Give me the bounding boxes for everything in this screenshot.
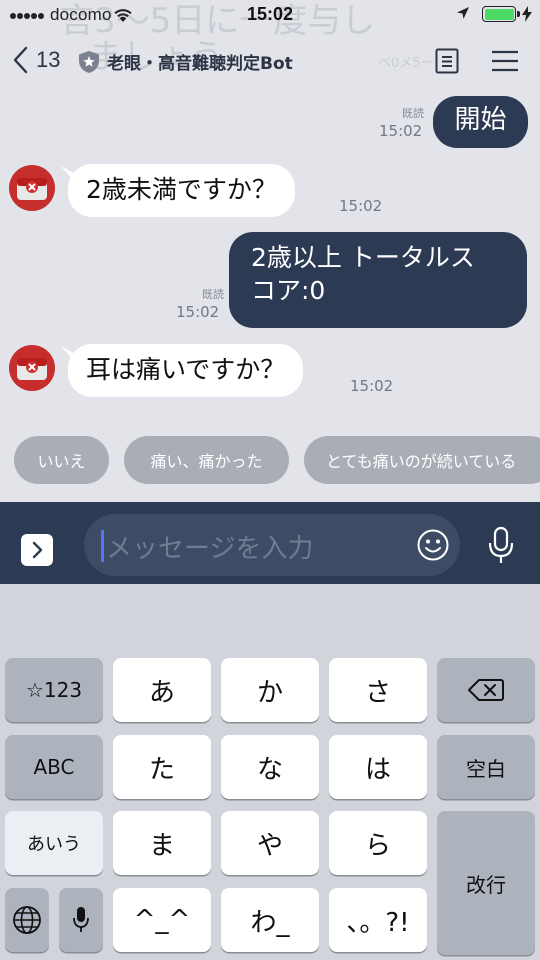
dictation-key[interactable]	[59, 888, 103, 952]
emoji-icon[interactable]	[416, 528, 450, 562]
chevron-left-icon	[13, 46, 28, 74]
globe-icon	[13, 906, 41, 934]
quick-reply-very-painful[interactable]: とても痛いのが続いている	[304, 436, 540, 484]
key-ra[interactable]: ら	[329, 811, 427, 875]
message-time: 15:02	[339, 197, 383, 215]
key-wa[interactable]: わ_	[221, 888, 319, 952]
bubble-tail	[60, 166, 80, 184]
chat-title: 老眼・高音難聴判定Bot	[107, 54, 293, 74]
bot-avatar[interactable]	[9, 165, 55, 211]
read-receipt: 既読	[402, 107, 424, 120]
note-icon[interactable]	[435, 48, 459, 74]
message-bubble-in[interactable]: 耳は痛いですか？	[60, 344, 304, 397]
quick-reply-hurt[interactable]: 痛い、痛かった	[124, 436, 289, 484]
chat-header: 13 老眼・高音難聴判定Bot	[0, 32, 540, 88]
input-placeholder: メッセージを入力	[106, 534, 314, 564]
message-text: 2歳未満ですか？	[86, 175, 277, 204]
key-abc[interactable]: ABC	[5, 735, 103, 799]
read-receipt: 既読	[202, 288, 224, 301]
hamburger-menu-icon[interactable]	[491, 50, 519, 72]
message-bubble-in[interactable]: 2歳未満ですか？	[60, 164, 295, 217]
charging-bolt-icon	[522, 6, 532, 22]
message-input-bar: メッセージを入力	[0, 502, 540, 584]
key-punctuation[interactable]: 、。?!	[329, 888, 427, 952]
first-aid-kit-icon	[17, 178, 47, 200]
key-a[interactable]: あ	[113, 658, 211, 722]
keyboard: ☆123 あ か さ ABC た な は 空白 あいう ま や ら 改行 ^_^…	[0, 584, 540, 960]
microphone-icon[interactable]	[486, 526, 516, 566]
key-sa[interactable]: さ	[329, 658, 427, 722]
chat-area[interactable]: 言3〜5日に一度与し ましょう ベ0メ5ー docomo 15:02 13 老眼…	[0, 0, 540, 502]
unread-count: 13	[36, 47, 61, 72]
bot-avatar[interactable]	[9, 345, 55, 391]
key-ha[interactable]: は	[329, 735, 427, 799]
message-line-2: コア:0	[251, 275, 326, 305]
message-text: 耳は痛いですか？	[86, 355, 286, 384]
key-emoticon[interactable]: ^_^	[113, 888, 211, 952]
key-numbers[interactable]: ☆123	[5, 658, 103, 722]
key-ya[interactable]: や	[221, 811, 319, 875]
text-caret	[101, 530, 104, 562]
backspace-icon	[468, 679, 504, 701]
message-bubble-out[interactable]: 開始	[433, 96, 528, 148]
quick-reply-no[interactable]: いいえ	[14, 436, 109, 484]
space-key[interactable]: 空白	[437, 735, 535, 799]
message-time: 15:02	[379, 122, 423, 140]
backspace-key[interactable]	[437, 658, 535, 722]
key-ta[interactable]: た	[113, 735, 211, 799]
message-input[interactable]: メッセージを入力	[84, 514, 460, 576]
bubble-tail	[60, 346, 80, 364]
key-ma[interactable]: ま	[113, 811, 211, 875]
first-aid-kit-icon	[17, 358, 47, 380]
microphone-icon	[73, 907, 89, 932]
key-ka[interactable]: か	[221, 658, 319, 722]
globe-key[interactable]	[5, 888, 49, 952]
message-time: 15:02	[350, 377, 394, 395]
message-bubble-out[interactable]: 2歳以上 トータルス コア:0	[229, 232, 527, 328]
message-time: 15:02	[176, 303, 220, 321]
key-na[interactable]: な	[221, 735, 319, 799]
official-shield-icon	[79, 51, 99, 73]
back-button[interactable]: 13	[12, 42, 72, 78]
message-line-1: 2歳以上 トータルス	[251, 243, 475, 272]
key-kana[interactable]: あいう	[5, 811, 103, 875]
chevron-right-icon	[32, 541, 43, 559]
return-key[interactable]: 改行	[437, 811, 535, 955]
status-bar: docomo 15:02	[0, 0, 540, 32]
location-arrow-icon	[457, 7, 469, 19]
expand-menu-button[interactable]	[21, 534, 53, 566]
battery-icon	[482, 6, 520, 22]
